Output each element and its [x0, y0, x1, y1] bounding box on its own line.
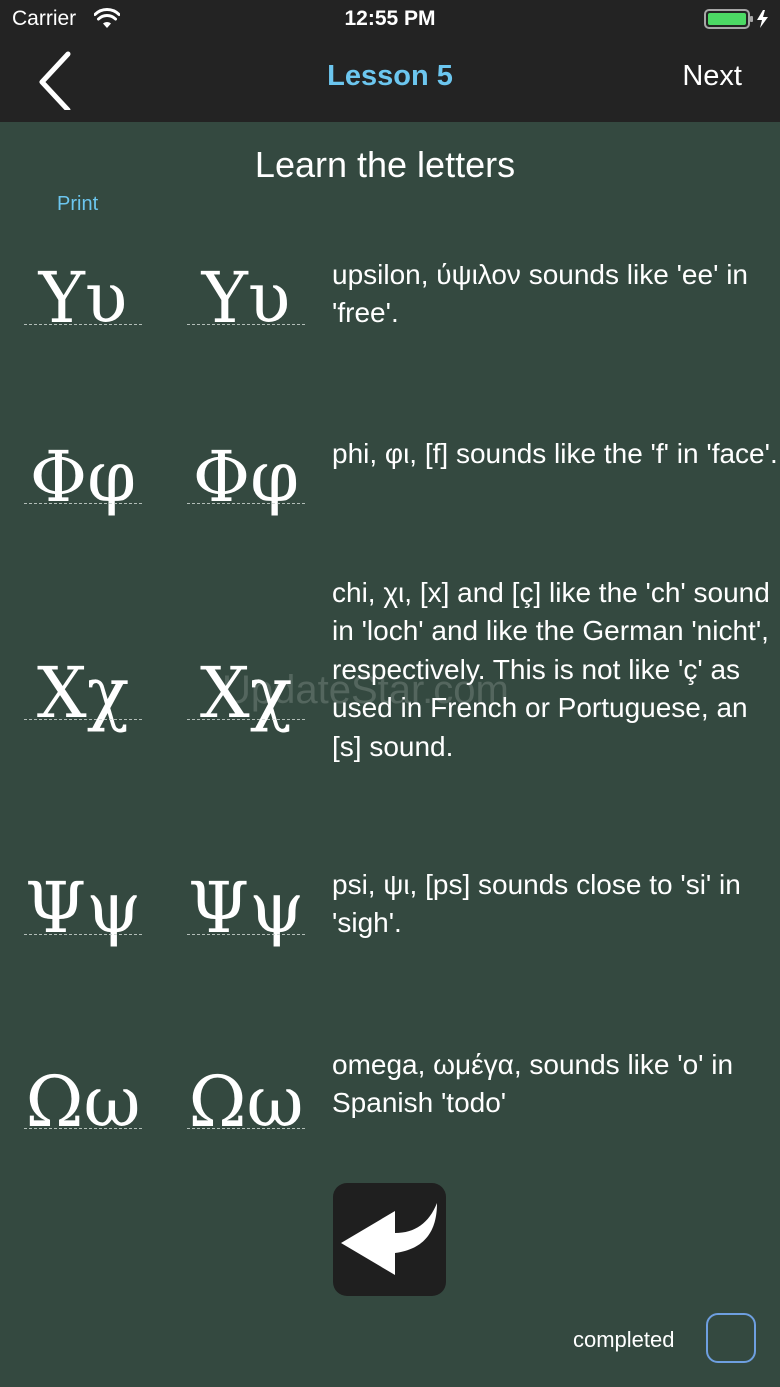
letter-description: upsilon, ύψιλον sounds like 'ee' in 'fre… [332, 259, 748, 329]
print-link[interactable]: Print [57, 193, 98, 216]
letter-glyph-trace: Ωω [187, 1061, 305, 1143]
letter-glyph-print: Υυ [24, 258, 142, 338]
letter-glyph-print: Ωω [24, 1061, 142, 1143]
letter-description: psi, ψι, [ps] sounds close to 'si' in 's… [332, 869, 741, 939]
letter-glyph-print: Χχ [24, 653, 142, 733]
nav-bar: Lesson 5 Next [0, 40, 780, 122]
letter-glyph-print: Φφ [24, 437, 142, 517]
letter-glyph-trace: Ψψ [187, 867, 305, 949]
clock: 12:55 PM [344, 7, 436, 30]
letter-description: phi, φι, [f] sounds like the 'f' in 'fac… [332, 438, 778, 469]
letter-glyph-print: Ψψ [24, 867, 142, 949]
letter-glyph-trace: Φφ [187, 437, 305, 517]
letter-glyph-trace: Χχ [187, 653, 305, 733]
return-button[interactable] [333, 1183, 446, 1296]
completed-checkbox[interactable] [706, 1313, 756, 1363]
letter-glyph-trace: Υυ [187, 258, 305, 338]
letter-description: chi, χι, [x] and [ç] like the 'ch' sound… [332, 577, 770, 762]
next-button[interactable]: Next [682, 60, 742, 93]
completed-label: completed [573, 1327, 675, 1352]
status-bar: Carrier 12:55 PM [0, 0, 780, 40]
nav-title: Lesson 5 [327, 60, 453, 92]
return-arrow-icon [341, 1203, 437, 1275]
letter-description: omega, ωμέγα, sounds like 'o' in Spanish… [332, 1049, 734, 1119]
battery-icon [704, 8, 774, 34]
page-title: Learn the letters [254, 144, 516, 185]
